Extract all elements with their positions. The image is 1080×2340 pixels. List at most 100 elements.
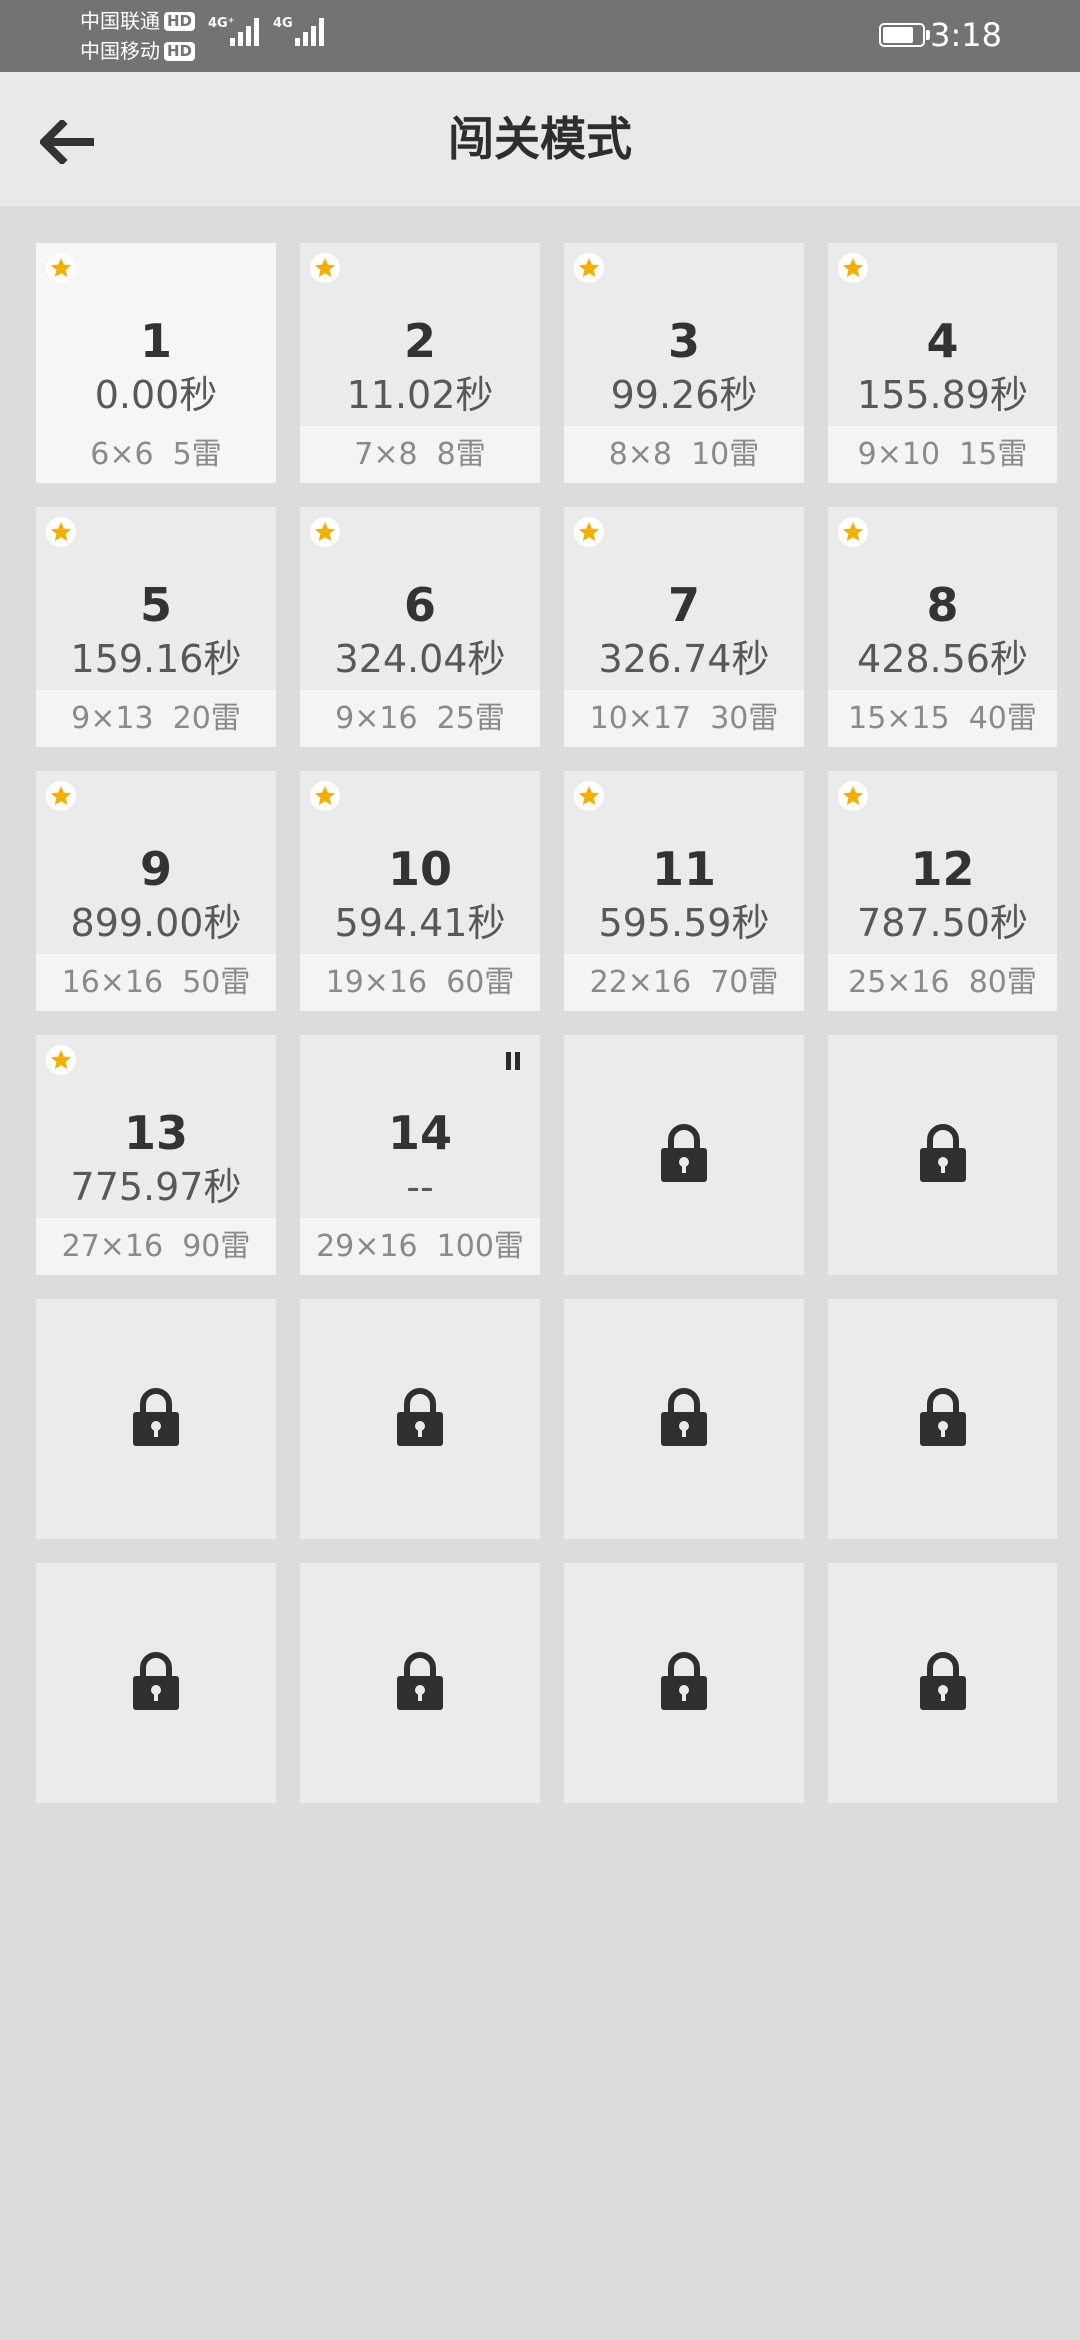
level-tile-12[interactable]: 12 787.50秒 25×16 80雷 <box>828 771 1057 1011</box>
level-tile-4[interactable]: 4 155.89秒 9×10 15雷 <box>828 243 1057 483</box>
board-info: 6×6 5雷 <box>36 426 276 483</box>
level-number: 1 <box>139 314 172 368</box>
level-grid: 1 0.00秒 6×6 5雷 2 11.02秒 7×8 8雷 3 99.26秒 8×8 10雷 4… <box>36 243 1057 1803</box>
board-size: 7×8 <box>354 437 418 472</box>
mine-count: 80雷 <box>968 965 1037 1000</box>
board-size: 27×16 <box>61 1229 164 1264</box>
level-number: 14 <box>387 1106 452 1160</box>
board-info: 16×16 50雷 <box>36 954 276 1011</box>
level-tile-locked[interactable] <box>300 1563 540 1803</box>
best-time: 0.00秒 <box>94 373 218 417</box>
back-button[interactable] <box>36 110 100 174</box>
board-info: 15×15 40雷 <box>828 690 1057 747</box>
level-tile-locked[interactable] <box>36 1299 276 1539</box>
star-icon <box>46 781 76 811</box>
board-size: 6×6 <box>90 437 154 472</box>
mine-count: 30雷 <box>710 701 779 736</box>
mine-count: 8雷 <box>436 437 486 472</box>
star-icon <box>46 1045 76 1075</box>
signal-2-icon: 4G <box>273 16 324 46</box>
level-tile-7[interactable]: 7 326.74秒 10×17 30雷 <box>564 507 804 747</box>
level-tile-6[interactable]: 6 324.04秒 9×16 25雷 <box>300 507 540 747</box>
hd-badge-1: HD <box>164 11 196 31</box>
best-time: 324.04秒 <box>334 637 506 681</box>
level-tile-11[interactable]: 11 595.59秒 22×16 70雷 <box>564 771 804 1011</box>
best-time: 787.50秒 <box>857 901 1028 945</box>
star-icon <box>574 781 604 811</box>
board-size: 9×10 <box>857 437 941 472</box>
board-size: 9×16 <box>335 701 418 736</box>
status-bar: 中国联通 HD 中国移动 HD 4G⁺ 4G 3:18 <box>0 0 1080 72</box>
board-size: 22×16 <box>589 965 692 1000</box>
board-size: 19×16 <box>325 965 428 1000</box>
best-time: 11.02秒 <box>346 373 494 417</box>
mine-count: 20雷 <box>172 701 241 736</box>
level-tile-9[interactable]: 9 899.00秒 16×16 50雷 <box>36 771 276 1011</box>
mine-count: 5雷 <box>172 437 222 472</box>
star-icon <box>838 781 868 811</box>
level-tile-2[interactable]: 2 11.02秒 7×8 8雷 <box>300 243 540 483</box>
board-info: 19×16 60雷 <box>300 954 540 1011</box>
best-time: 428.56秒 <box>857 637 1028 681</box>
level-number: 7 <box>667 578 700 632</box>
level-tile-3[interactable]: 3 99.26秒 8×8 10雷 <box>564 243 804 483</box>
level-number: 4 <box>926 314 959 368</box>
best-time: 326.74秒 <box>598 637 770 681</box>
level-tile-10[interactable]: 10 594.41秒 19×16 60雷 <box>300 771 540 1011</box>
star-icon <box>310 781 340 811</box>
mine-count: 15雷 <box>959 437 1028 472</box>
board-info: 10×17 30雷 <box>564 690 804 747</box>
board-info: 22×16 70雷 <box>564 954 804 1011</box>
board-size: 8×8 <box>608 437 673 472</box>
level-tile-locked[interactable] <box>564 1035 804 1275</box>
board-info: 9×10 15雷 <box>828 426 1057 483</box>
net-type-1: 4G⁺ <box>208 16 235 31</box>
arrow-left-icon <box>40 120 94 164</box>
level-tile-locked[interactable] <box>828 1299 1057 1539</box>
best-time: 99.26秒 <box>610 373 758 417</box>
mine-count: 100雷 <box>436 1229 524 1264</box>
best-time: 594.41秒 <box>334 901 506 945</box>
star-icon <box>838 517 868 547</box>
signal-indicators: 4G⁺ 4G <box>208 16 324 46</box>
carrier-info: 中国联通 HD 中国移动 HD <box>80 6 196 66</box>
mine-count: 40雷 <box>968 701 1037 736</box>
star-icon <box>574 517 604 547</box>
hd-badge-2: HD <box>164 41 196 61</box>
level-tile-locked[interactable] <box>300 1299 540 1539</box>
mine-count: 50雷 <box>182 965 251 1000</box>
lock-icon <box>661 1124 707 1186</box>
level-tile-8[interactable]: 8 428.56秒 15×15 40雷 <box>828 507 1057 747</box>
level-number: 12 <box>910 842 975 896</box>
level-number: 13 <box>123 1106 188 1160</box>
carrier-1-name: 中国联通 <box>80 9 160 33</box>
level-tile-14[interactable]: 14 -- 29×16 100雷 <box>300 1035 540 1275</box>
level-tile-locked[interactable] <box>828 1563 1057 1803</box>
mine-count: 60雷 <box>446 965 515 1000</box>
level-tile-5[interactable]: 5 159.16秒 9×13 20雷 <box>36 507 276 747</box>
lock-icon <box>919 1124 966 1186</box>
lock-icon <box>133 1388 179 1450</box>
level-number: 6 <box>403 578 436 632</box>
level-tile-locked[interactable] <box>36 1563 276 1803</box>
signal-1-icon: 4G⁺ <box>208 16 259 46</box>
level-number: 11 <box>651 842 716 896</box>
level-number: 9 <box>139 842 172 896</box>
level-tile-1[interactable]: 1 0.00秒 6×6 5雷 <box>36 243 276 483</box>
mine-count: 70雷 <box>710 965 779 1000</box>
battery-icon <box>879 23 930 47</box>
level-number: 10 <box>387 842 452 896</box>
level-tile-locked[interactable] <box>828 1035 1057 1275</box>
star-icon <box>46 253 76 283</box>
carrier-2-name: 中国移动 <box>80 39 160 63</box>
star-icon <box>310 253 340 283</box>
board-info: 8×8 10雷 <box>564 426 804 483</box>
level-tile-13[interactable]: 13 775.97秒 27×16 90雷 <box>36 1035 276 1275</box>
board-info: 29×16 100雷 <box>300 1218 540 1275</box>
level-tile-locked[interactable] <box>564 1299 804 1539</box>
level-tile-locked[interactable] <box>564 1563 804 1803</box>
board-info: 7×8 8雷 <box>300 426 540 483</box>
level-number: 3 <box>667 314 700 368</box>
best-time: -- <box>406 1165 434 1209</box>
page-title: 闯关模式 <box>448 112 632 166</box>
